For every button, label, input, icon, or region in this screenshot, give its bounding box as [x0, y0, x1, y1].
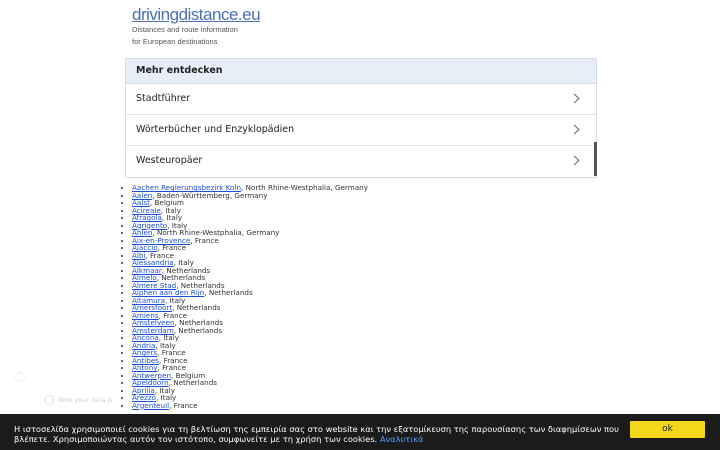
city-link[interactable]: Argenteuil	[132, 401, 169, 410]
consent-ghost-text: Now your data is	[58, 396, 113, 404]
discover-item-label: Westeuropäer	[136, 155, 203, 166]
site-logo[interactable]: drivingdistance.eu Distances and route i…	[132, 6, 261, 47]
discover-item-label: Stadtführer	[136, 93, 191, 104]
cookie-message: Η ιστοσελίδα χρησιμοποιεί cookies για τη…	[14, 424, 619, 444]
city-region: , Netherlands	[168, 378, 218, 387]
discover-more-panel: Mehr entdecken Stadtführer Wörterbücher …	[125, 58, 597, 178]
consent-circle-icon	[15, 372, 25, 382]
city-region: , Netherlands	[173, 325, 223, 335]
chevron-right-icon	[569, 124, 580, 135]
list-item: Argenteuil, France	[132, 400, 368, 410]
chevron-right-icon	[569, 155, 580, 166]
logo-title[interactable]: drivingdistance.eu	[132, 6, 261, 23]
discover-item-west-europeans[interactable]: Westeuropäer	[126, 146, 596, 176]
city-list: Aachen Regierungsbezirk Koln, North Rhin…	[118, 184, 368, 409]
discover-header: Mehr entdecken	[126, 59, 596, 84]
city-region: , Netherlands	[204, 288, 253, 297]
city-region: , France	[169, 400, 198, 410]
logo-subtitle-line1: Distances and route information	[132, 25, 238, 34]
consent-badge-icon	[44, 395, 54, 405]
discover-item-city-guides[interactable]: Stadtführer	[126, 84, 596, 115]
cookie-banner: Η ιστοσελίδα χρησιμοποιεί cookies για τη…	[0, 414, 720, 450]
city-region: , France	[190, 235, 219, 245]
cookie-text-block: Η ιστοσελίδα χρησιμοποιεί cookies για τη…	[14, 424, 624, 444]
chevron-right-icon	[569, 93, 580, 104]
cookie-details-link[interactable]: Αναλυτικά	[380, 434, 424, 444]
panel-scrollbar[interactable]	[594, 142, 597, 176]
discover-item-dictionaries[interactable]: Wörterbücher und Enzyklopädien	[126, 115, 596, 146]
cookie-ok-button[interactable]: ok	[630, 421, 705, 438]
logo-subtitle-line2: for European destinations	[132, 37, 218, 46]
discover-item-label: Wörterbücher und Enzyklopädien	[136, 124, 295, 135]
